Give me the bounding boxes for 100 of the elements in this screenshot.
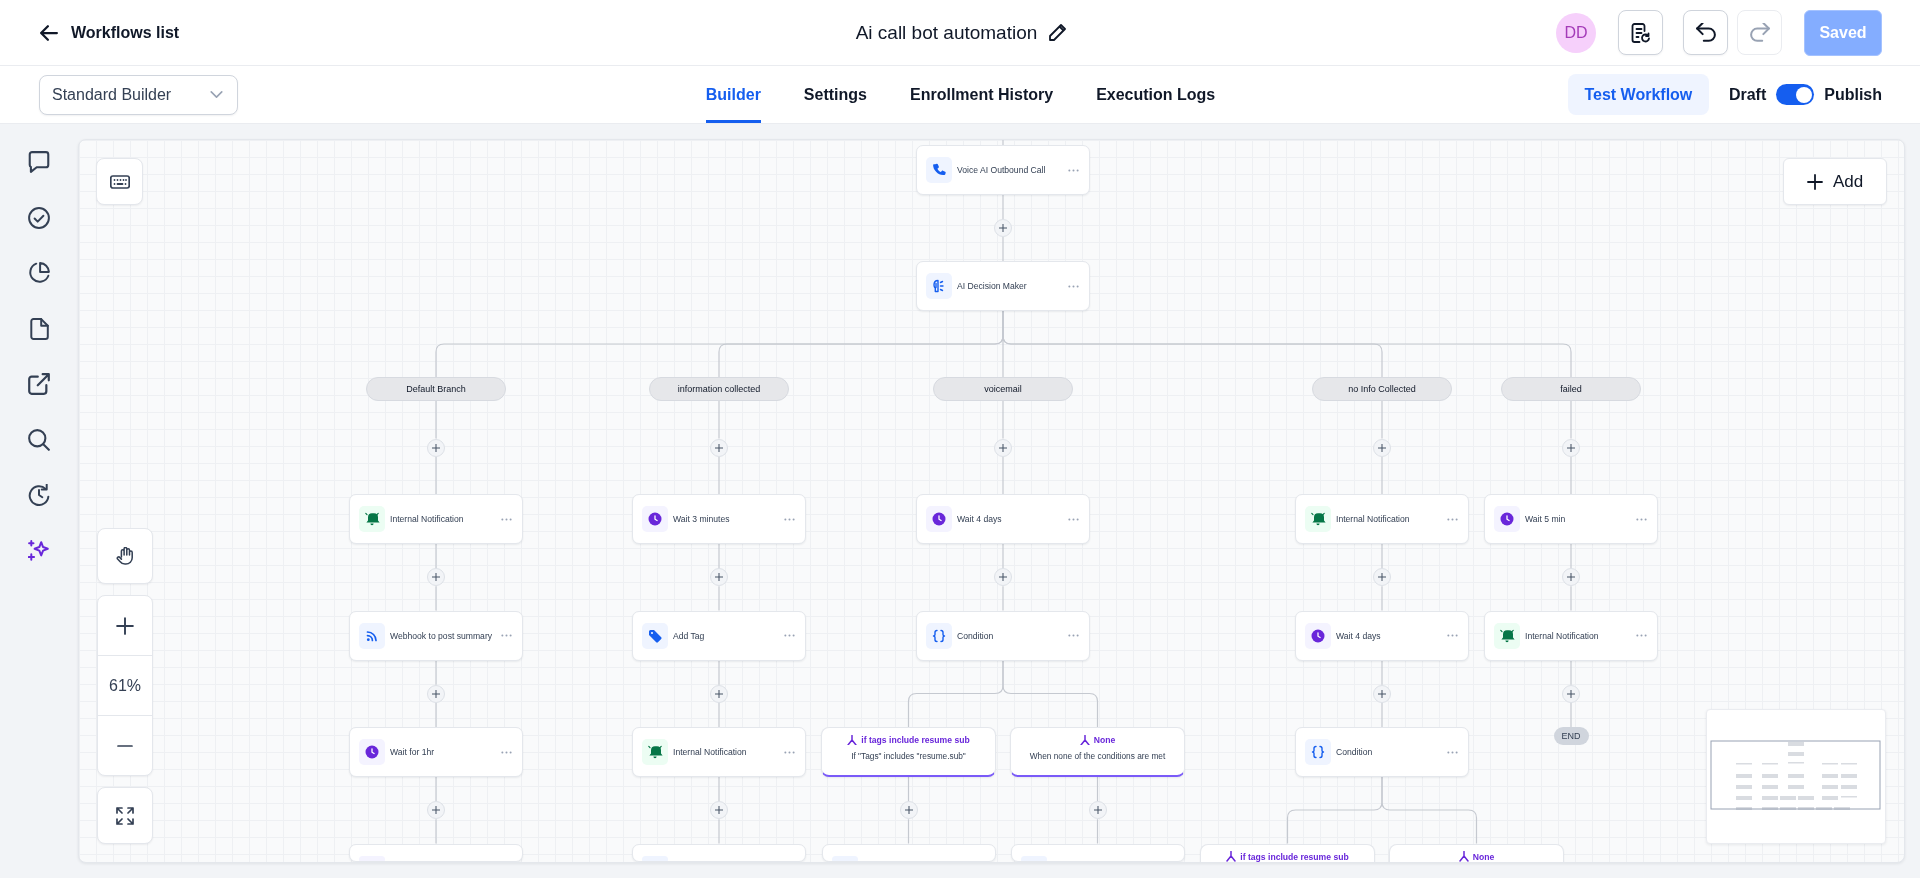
more-icon[interactable] bbox=[1447, 634, 1458, 637]
node-label: Wait for 1hr bbox=[390, 746, 436, 759]
add-step-button[interactable] bbox=[1373, 684, 1391, 703]
plus-icon bbox=[1567, 443, 1575, 452]
more-icon[interactable] bbox=[501, 517, 512, 521]
workflow-node[interactable]: Wait 4 days bbox=[916, 494, 1090, 544]
user-avatar[interactable]: DD bbox=[1556, 12, 1596, 53]
tab[interactable]: Builder bbox=[705, 66, 761, 123]
workflow-node[interactable] bbox=[821, 843, 996, 862]
document-button[interactable] bbox=[1618, 10, 1663, 55]
plus-icon bbox=[1806, 173, 1823, 190]
branch-card[interactable]: if tags include resume sub bbox=[1200, 843, 1375, 862]
node-label: Condition bbox=[1336, 746, 1374, 759]
branch-label[interactable]: Default Branch bbox=[366, 377, 506, 401]
add-step-button[interactable] bbox=[1373, 568, 1391, 587]
workflow-node[interactable]: Add Tag bbox=[632, 610, 806, 661]
publish-toggle[interactable] bbox=[1776, 84, 1815, 105]
workflow-node[interactable]: Wait 4 days bbox=[1295, 610, 1469, 661]
pie-chart-icon[interactable] bbox=[28, 262, 50, 284]
branch-label[interactable]: no Info Collected bbox=[1312, 377, 1452, 401]
workflow-node[interactable]: Internal Notification bbox=[1484, 610, 1658, 661]
workflow-node[interactable]: Internal Notification bbox=[632, 727, 806, 777]
add-step-button[interactable] bbox=[1562, 438, 1580, 457]
more-icon[interactable] bbox=[1447, 750, 1458, 754]
more-icon[interactable] bbox=[1068, 284, 1079, 288]
add-step-button[interactable] bbox=[1373, 438, 1391, 457]
workflow-node[interactable]: Internal Notification bbox=[1295, 494, 1469, 544]
add-step-button[interactable] bbox=[427, 684, 445, 703]
file-icon[interactable] bbox=[28, 317, 50, 340]
test-workflow-button[interactable]: Test Workflow bbox=[1567, 74, 1709, 115]
workflow-node[interactable]: Wait 5 min bbox=[1484, 494, 1658, 544]
connector-line bbox=[907, 818, 910, 845]
workflow-node[interactable]: AI Decision Maker bbox=[916, 261, 1090, 311]
add-step-button[interactable] bbox=[899, 801, 918, 820]
add-step-button[interactable] bbox=[710, 684, 728, 703]
node-icon bbox=[1020, 855, 1047, 862]
plus-icon bbox=[999, 443, 1007, 452]
branch-label[interactable]: voicemail bbox=[933, 377, 1073, 401]
sparkles-icon[interactable] bbox=[28, 539, 50, 562]
more-icon[interactable] bbox=[501, 750, 512, 754]
workflow-node[interactable] bbox=[349, 843, 523, 862]
keyboard-button[interactable] bbox=[96, 158, 143, 205]
add-step-button[interactable] bbox=[710, 438, 728, 457]
branch-label[interactable]: failed bbox=[1501, 377, 1641, 401]
plus-icon bbox=[432, 573, 440, 582]
workflow-node[interactable]: Voice AI Outbound Call bbox=[916, 145, 1090, 195]
workflow-node[interactable] bbox=[1010, 843, 1185, 862]
tab[interactable]: Enrollment History bbox=[910, 66, 1054, 123]
more-icon[interactable] bbox=[501, 634, 512, 637]
branch-label[interactable]: information collected bbox=[649, 377, 789, 401]
more-icon[interactable] bbox=[784, 517, 795, 521]
clock-arrow-icon[interactable] bbox=[28, 484, 50, 506]
branch-card[interactable]: None bbox=[1389, 843, 1564, 862]
pencil-icon[interactable] bbox=[1049, 24, 1067, 41]
minimap-panel[interactable] bbox=[1706, 709, 1886, 844]
add-step-button[interactable] bbox=[994, 438, 1012, 457]
workflow-node[interactable] bbox=[632, 843, 806, 862]
more-icon[interactable] bbox=[1068, 168, 1079, 172]
workflow-node[interactable]: Wait for 1hr bbox=[349, 727, 523, 777]
branch-card[interactable]: if tags include resume sub If "Tags" includes "resume.sub" bbox=[821, 727, 996, 777]
add-step-button[interactable] bbox=[427, 438, 445, 457]
add-step-button[interactable] bbox=[710, 801, 728, 820]
more-icon[interactable] bbox=[1068, 634, 1079, 637]
workflow-node[interactable]: Condition bbox=[1295, 727, 1469, 777]
fit-view-button[interactable] bbox=[97, 787, 153, 844]
workflow-node[interactable]: Internal Notification bbox=[349, 494, 523, 544]
workflow-node[interactable]: Condition bbox=[916, 610, 1090, 661]
node-label: Condition bbox=[957, 629, 995, 643]
plus-icon bbox=[715, 689, 723, 698]
more-icon[interactable] bbox=[1636, 517, 1647, 521]
add-step-button[interactable] bbox=[994, 219, 1012, 237]
add-button[interactable]: Add bbox=[1783, 158, 1887, 205]
plus-icon bbox=[1378, 573, 1386, 582]
add-step-button[interactable] bbox=[994, 568, 1012, 587]
add-step-button[interactable] bbox=[427, 801, 445, 820]
branch-rule: When none of the conditions are met bbox=[1029, 750, 1166, 762]
tab[interactable]: Execution Logs bbox=[1096, 66, 1216, 123]
builder-select[interactable]: Standard Builder bbox=[39, 74, 238, 115]
back-button[interactable]: Workflows list bbox=[40, 23, 180, 42]
add-step-button[interactable] bbox=[1562, 568, 1580, 587]
add-step-button[interactable] bbox=[1088, 801, 1107, 820]
add-step-button[interactable] bbox=[427, 568, 445, 587]
search-icon[interactable] bbox=[28, 428, 50, 451]
hand-tool-button[interactable] bbox=[97, 528, 153, 584]
chat-icon[interactable] bbox=[28, 151, 50, 173]
more-icon[interactable] bbox=[1636, 634, 1647, 637]
undo-button[interactable] bbox=[1683, 10, 1728, 55]
tab[interactable]: Settings bbox=[803, 66, 867, 123]
external-link-icon[interactable] bbox=[28, 373, 50, 395]
more-icon[interactable] bbox=[1447, 517, 1458, 521]
more-icon[interactable] bbox=[784, 634, 795, 637]
workflow-node[interactable]: Webhook to post summary bbox=[349, 610, 523, 661]
more-icon[interactable] bbox=[1068, 517, 1079, 521]
add-step-button[interactable] bbox=[710, 568, 728, 587]
node-label: Webhook to post summary bbox=[390, 629, 494, 643]
branch-card[interactable]: None When none of the conditions are met bbox=[1010, 727, 1185, 777]
workflow-node[interactable]: Wait 3 minutes bbox=[632, 494, 806, 544]
add-step-button[interactable] bbox=[1562, 684, 1580, 703]
more-icon[interactable] bbox=[784, 750, 795, 754]
check-circle-icon[interactable] bbox=[28, 206, 50, 229]
